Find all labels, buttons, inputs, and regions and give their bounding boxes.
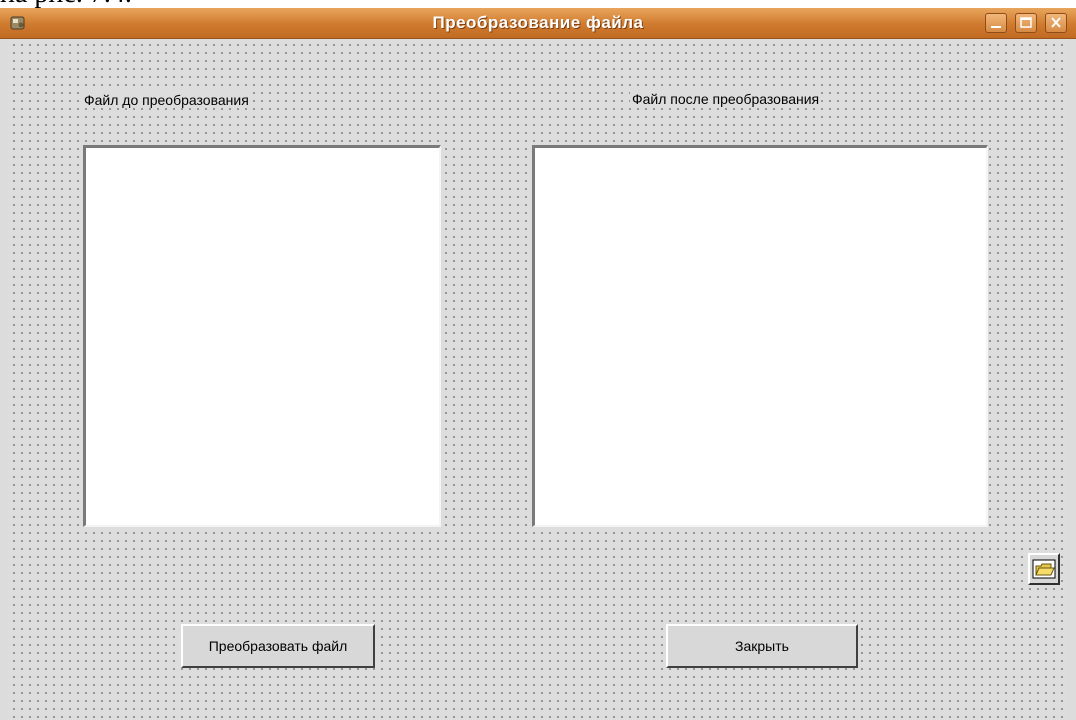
memo-file-before[interactable] [83, 145, 441, 527]
maximize-icon [1020, 17, 1032, 28]
form-window: Преобразование файла Файл до преобразова… [0, 8, 1076, 720]
window-title: Преобразование файла [432, 13, 644, 32]
close-form-button[interactable]: Закрыть [666, 624, 858, 668]
close-icon [1051, 17, 1061, 28]
title-bar[interactable]: Преобразование файла [0, 8, 1076, 39]
form-client-area: Файл до преобразования Файл после преобр… [8, 39, 1068, 720]
memo-file-after[interactable] [532, 145, 988, 527]
document-caption-fragment: на рис. 7.4. [0, 0, 132, 8]
open-folder-icon [1032, 559, 1056, 579]
maximize-button[interactable] [1015, 13, 1037, 33]
open-dialog-button[interactable] [1028, 553, 1060, 585]
minimize-button[interactable] [985, 13, 1007, 33]
label-file-after: Файл после преобразования [630, 91, 822, 107]
label-file-before: Файл до преобразования [82, 92, 251, 108]
minimize-icon [991, 26, 1001, 28]
convert-file-button[interactable]: Преобразовать файл [181, 624, 375, 668]
close-button[interactable] [1045, 13, 1067, 33]
